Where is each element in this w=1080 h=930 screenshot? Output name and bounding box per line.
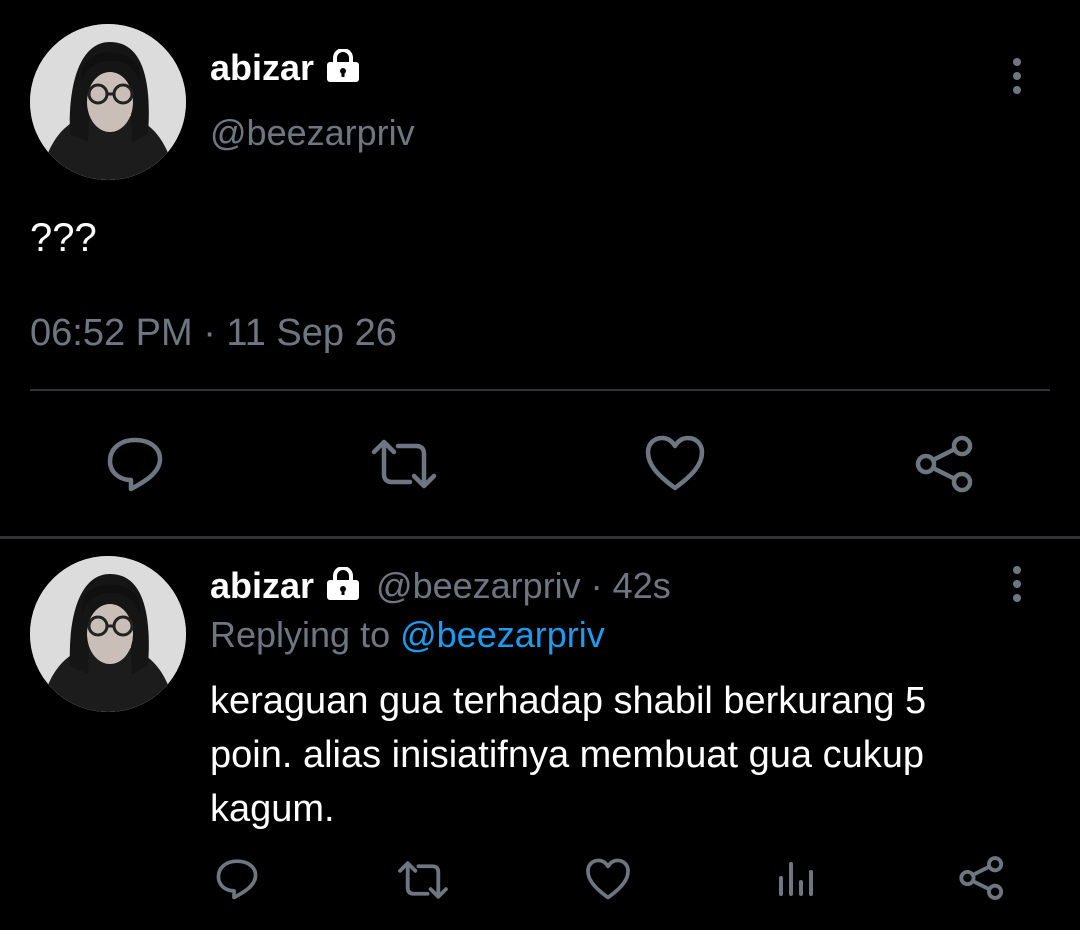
retweet-icon[interactable] bbox=[370, 436, 438, 492]
handle-and-time[interactable]: @beezarpriv · 42s bbox=[376, 565, 671, 607]
replying-to-handle[interactable]: @beezarpriv bbox=[400, 614, 605, 655]
avatar[interactable] bbox=[30, 556, 186, 712]
replying-to-label: Replying to bbox=[210, 614, 401, 655]
display-name-row: abizar bbox=[210, 44, 362, 92]
reply-text-line: keraguan gua terhadap shabil berkurang 5 bbox=[210, 680, 927, 722]
reply-header-row: abizar @beezarpriv · 42s bbox=[210, 562, 671, 610]
display-name[interactable]: abizar bbox=[210, 47, 314, 89]
lock-icon bbox=[324, 565, 362, 606]
like-icon[interactable] bbox=[644, 434, 706, 492]
section-divider bbox=[0, 536, 1080, 539]
tweet-text: ??? bbox=[30, 216, 97, 260]
more-vertical-icon[interactable] bbox=[1004, 563, 1030, 605]
divider bbox=[30, 389, 1050, 391]
share-icon[interactable] bbox=[914, 434, 976, 494]
replying-to: Replying to @beezarpriv bbox=[210, 614, 605, 656]
analytics-icon[interactable] bbox=[777, 856, 815, 898]
reply-text-line: kagum. bbox=[210, 788, 335, 830]
avatar[interactable] bbox=[30, 24, 186, 180]
lock-icon bbox=[324, 47, 362, 88]
more-vertical-icon[interactable] bbox=[1004, 55, 1030, 97]
reply-icon[interactable] bbox=[104, 434, 166, 494]
tweet-timestamp: 06:52 PM · 11 Sep 26 bbox=[30, 312, 397, 354]
share-icon[interactable] bbox=[958, 855, 1006, 901]
reply-text: keraguan gua terhadap shabil berkurang 5… bbox=[210, 674, 926, 836]
reply-text-line: poin. alias inisiatifnya membuat gua cuk… bbox=[210, 734, 924, 776]
retweet-icon[interactable] bbox=[397, 858, 449, 902]
reply-icon[interactable] bbox=[214, 856, 260, 902]
display-name[interactable]: abizar bbox=[210, 565, 314, 607]
like-icon[interactable] bbox=[585, 857, 631, 901]
handle[interactable]: @beezarpriv bbox=[210, 112, 415, 154]
